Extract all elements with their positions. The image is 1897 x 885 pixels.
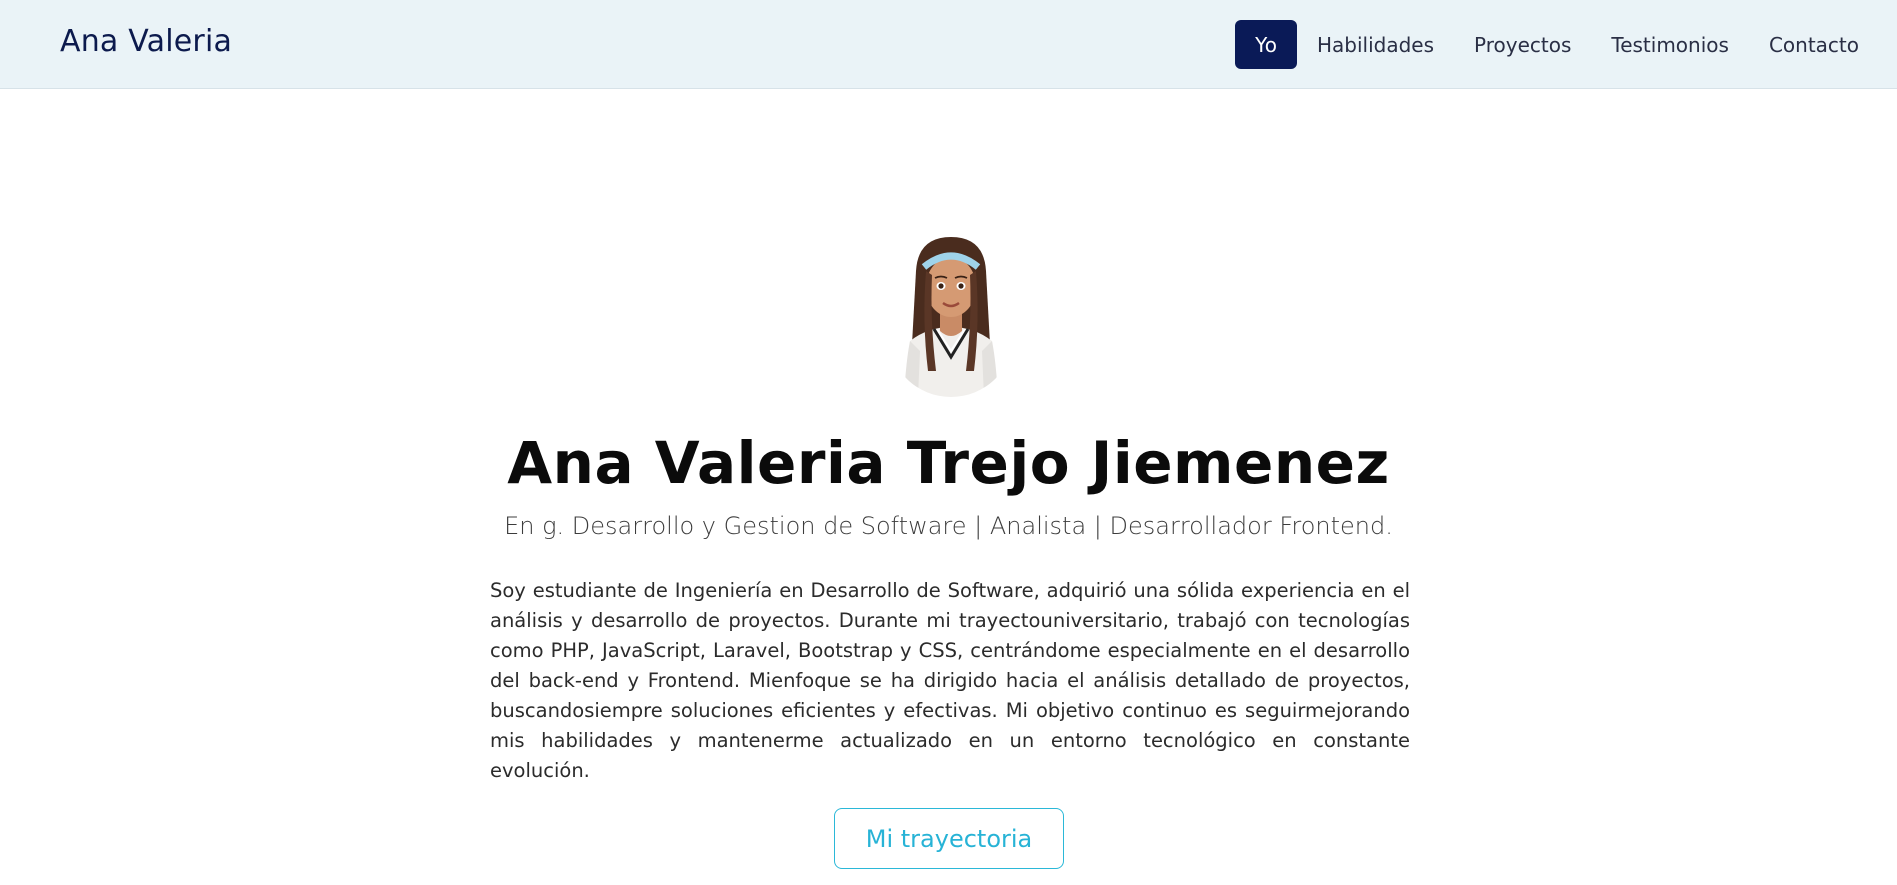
bio-paragraph: Soy estudiante de Ingeniería en Desarrol… — [490, 579, 1410, 782]
nav-item-habilidades[interactable]: Habilidades — [1297, 20, 1454, 69]
nav-item-testimonios[interactable]: Testimonios — [1591, 20, 1749, 69]
main-nav: Yo Habilidades Proyectos Testimonios Con… — [1235, 20, 1879, 69]
trayectoria-button[interactable]: Mi trayectoria — [834, 808, 1064, 869]
nav-item-yo[interactable]: Yo — [1235, 20, 1297, 69]
brand-logo[interactable]: Ana Valeria — [60, 24, 232, 59]
nav-item-contacto[interactable]: Contacto — [1749, 20, 1879, 69]
navbar: Ana Valeria Yo Habilidades Proyectos Tes… — [0, 0, 1897, 89]
avatar — [888, 231, 1014, 397]
page-title: Ana Valeria Trejo Jiemenez — [507, 429, 1390, 497]
hero-section: Ana Valeria Trejo Jiemenez En g. Desarro… — [0, 89, 1897, 885]
subtitle: En g. Desarrollo y Gestion de Software |… — [504, 512, 1393, 540]
avatar-illustration — [904, 237, 998, 397]
nav-item-proyectos[interactable]: Proyectos — [1454, 20, 1591, 69]
